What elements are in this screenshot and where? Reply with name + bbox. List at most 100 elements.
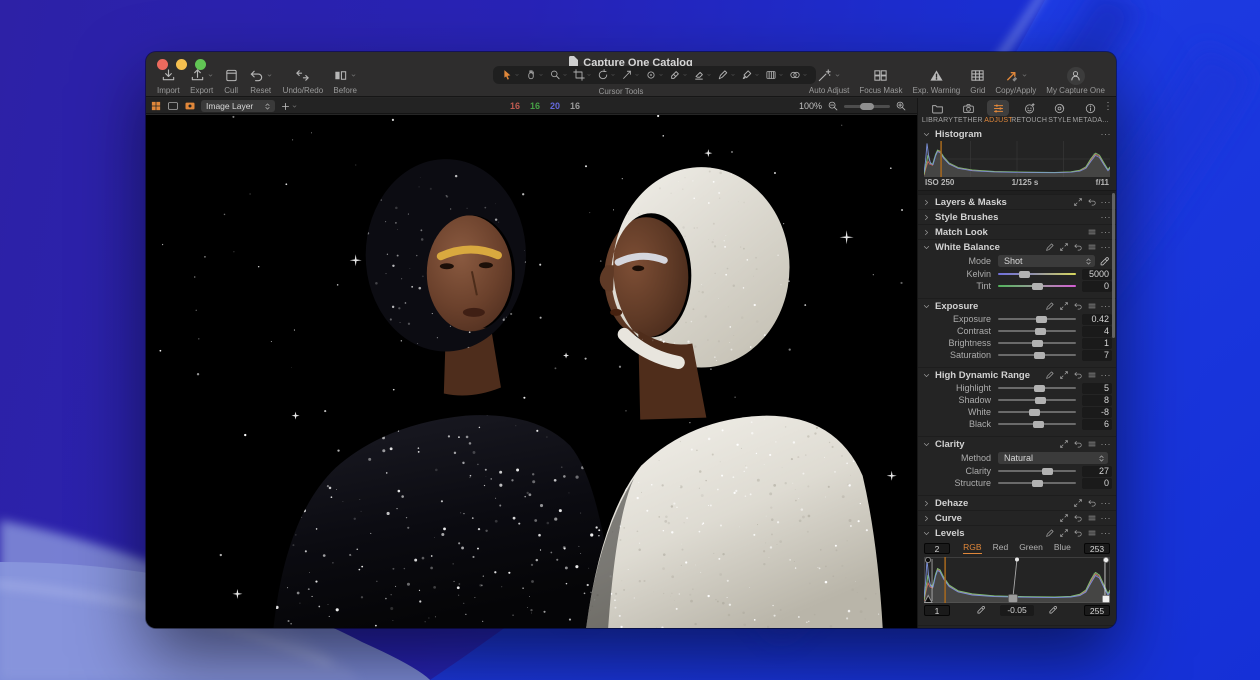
rotate-tool[interactable] bbox=[595, 68, 618, 82]
copy-apply-button[interactable]: Copy/Apply bbox=[995, 67, 1036, 95]
panel-header[interactable]: Levels··· bbox=[918, 526, 1116, 540]
zoom-level[interactable]: 100% bbox=[799, 101, 822, 111]
undo-icon[interactable] bbox=[1073, 370, 1083, 380]
chevr-icon[interactable] bbox=[922, 440, 931, 449]
add-layer-button[interactable] bbox=[280, 101, 298, 112]
menu-icon[interactable] bbox=[1087, 301, 1097, 311]
channel-rgb[interactable]: RGB bbox=[963, 542, 981, 554]
slider-thumb[interactable] bbox=[1019, 271, 1030, 278]
tab-retouch[interactable]: RETOUCH bbox=[1014, 100, 1045, 127]
brightness-slider[interactable] bbox=[998, 337, 1076, 349]
gradient-mask-tool[interactable] bbox=[763, 68, 786, 82]
proof-view-button[interactable] bbox=[184, 100, 196, 112]
shadow-picker[interactable] bbox=[976, 605, 986, 615]
slider-thumb[interactable] bbox=[1034, 352, 1045, 359]
copy-icon[interactable] bbox=[1073, 498, 1083, 508]
tab-overflow-button[interactable]: ⋮ bbox=[1103, 104, 1113, 109]
undo-icon[interactable] bbox=[1073, 301, 1083, 311]
tab-adjust[interactable]: ADJUST bbox=[983, 100, 1013, 127]
tab-library[interactable]: LIBRARY bbox=[922, 100, 953, 127]
levels-highlight-output[interactable]: 255 bbox=[1084, 605, 1110, 616]
contrast-slider[interactable] bbox=[998, 325, 1076, 337]
copy-icon[interactable] bbox=[1059, 439, 1069, 449]
black-slider[interactable] bbox=[998, 418, 1076, 430]
more-icon[interactable]: ··· bbox=[1101, 529, 1112, 537]
export-button[interactable]: Export bbox=[190, 67, 214, 95]
focus-mask-button[interactable]: Focus Mask bbox=[859, 67, 902, 95]
straighten-tool[interactable] bbox=[619, 68, 642, 82]
panel-header[interactable]: Dehaze··· bbox=[918, 496, 1116, 510]
undo-icon[interactable] bbox=[1073, 439, 1083, 449]
param-value[interactable]: 27 bbox=[1082, 466, 1112, 477]
chevr-icon[interactable] bbox=[922, 529, 931, 538]
levels-histogram-area[interactable] bbox=[924, 557, 1110, 603]
zoom-out-button[interactable] bbox=[827, 100, 839, 112]
exposure-slider[interactable] bbox=[998, 313, 1076, 325]
undo-icon[interactable] bbox=[1087, 498, 1097, 508]
heal-tool[interactable] bbox=[667, 68, 690, 82]
structure-slider[interactable] bbox=[998, 477, 1076, 489]
crop-tool[interactable] bbox=[571, 68, 594, 82]
draw-mask-tool[interactable] bbox=[715, 68, 738, 82]
cull-button[interactable]: Cull bbox=[224, 67, 239, 95]
white-slider[interactable] bbox=[998, 406, 1076, 418]
before-button[interactable]: Before bbox=[333, 67, 357, 95]
levels-midtone-value[interactable]: -0.05 bbox=[1000, 605, 1034, 616]
channel-red[interactable]: Red bbox=[993, 542, 1009, 554]
param-value[interactable]: 0.42 bbox=[1082, 314, 1112, 325]
tab-tether[interactable]: TETHER bbox=[953, 100, 983, 127]
slider-thumb[interactable] bbox=[1033, 421, 1044, 428]
more-icon[interactable]: ··· bbox=[1101, 228, 1112, 236]
pen-icon[interactable] bbox=[1045, 370, 1055, 380]
mode-dropdown[interactable]: Shot bbox=[998, 255, 1095, 267]
more-icon[interactable]: ··· bbox=[1101, 130, 1112, 138]
spot-tool[interactable] bbox=[643, 68, 666, 82]
more-icon[interactable]: ··· bbox=[1101, 514, 1112, 522]
copy-icon[interactable] bbox=[1059, 242, 1069, 252]
cursor-tool[interactable] bbox=[499, 68, 522, 82]
param-value[interactable]: 1 bbox=[1082, 338, 1112, 349]
menu-icon[interactable] bbox=[1087, 242, 1097, 252]
more-icon[interactable]: ··· bbox=[1101, 198, 1112, 206]
channel-green[interactable]: Green bbox=[1019, 542, 1043, 554]
slider-thumb[interactable] bbox=[1034, 385, 1045, 392]
undo-icon[interactable] bbox=[1073, 242, 1083, 252]
tab-style[interactable]: STYLE bbox=[1045, 100, 1075, 127]
histogram-header[interactable]: Histogram ··· bbox=[918, 127, 1116, 141]
tint-slider[interactable] bbox=[998, 280, 1076, 292]
reset-button[interactable]: Reset bbox=[249, 67, 273, 95]
white-balance-picker[interactable] bbox=[1099, 256, 1110, 267]
erase-tool[interactable] bbox=[691, 68, 714, 82]
chevr-icon[interactable] bbox=[922, 228, 931, 237]
slider-thumb[interactable] bbox=[1032, 340, 1043, 347]
viewer-view-button[interactable] bbox=[167, 100, 179, 112]
param-value[interactable]: 4 bbox=[1082, 326, 1112, 337]
panel-header[interactable]: Style Brushes··· bbox=[918, 210, 1116, 224]
copy-icon[interactable] bbox=[1059, 513, 1069, 523]
chevr-icon[interactable] bbox=[922, 302, 931, 311]
layer-dropdown[interactable]: Image Layer bbox=[201, 100, 275, 112]
pen-icon[interactable] bbox=[1045, 301, 1055, 311]
saturation-slider[interactable] bbox=[998, 349, 1076, 361]
panel-header[interactable]: White Balance··· bbox=[918, 240, 1116, 254]
more-icon[interactable]: ··· bbox=[1101, 302, 1112, 310]
menu-icon[interactable] bbox=[1087, 528, 1097, 538]
slider-thumb[interactable] bbox=[1029, 409, 1040, 416]
exp-warning-button[interactable]: Exp. Warning bbox=[913, 67, 961, 95]
panel-header[interactable]: Clarity··· bbox=[918, 437, 1116, 451]
levels-shadow-output[interactable]: 1 bbox=[924, 605, 950, 616]
pen-icon[interactable] bbox=[1045, 528, 1055, 538]
more-icon[interactable]: ··· bbox=[1101, 371, 1112, 379]
param-value[interactable]: 0 bbox=[1082, 478, 1112, 489]
param-value[interactable]: 5000 bbox=[1082, 269, 1112, 280]
hand-tool[interactable] bbox=[523, 68, 546, 82]
undo-icon[interactable] bbox=[1073, 513, 1083, 523]
loupe-tool[interactable] bbox=[547, 68, 570, 82]
undo-icon[interactable] bbox=[1073, 528, 1083, 538]
slider-thumb[interactable] bbox=[1042, 468, 1053, 475]
param-value[interactable]: 8 bbox=[1082, 395, 1112, 406]
param-value[interactable]: 7 bbox=[1082, 350, 1112, 361]
copy-icon[interactable] bbox=[1073, 197, 1083, 207]
slider-thumb[interactable] bbox=[1036, 316, 1047, 323]
panel-header[interactable]: Match Look··· bbox=[918, 225, 1116, 239]
